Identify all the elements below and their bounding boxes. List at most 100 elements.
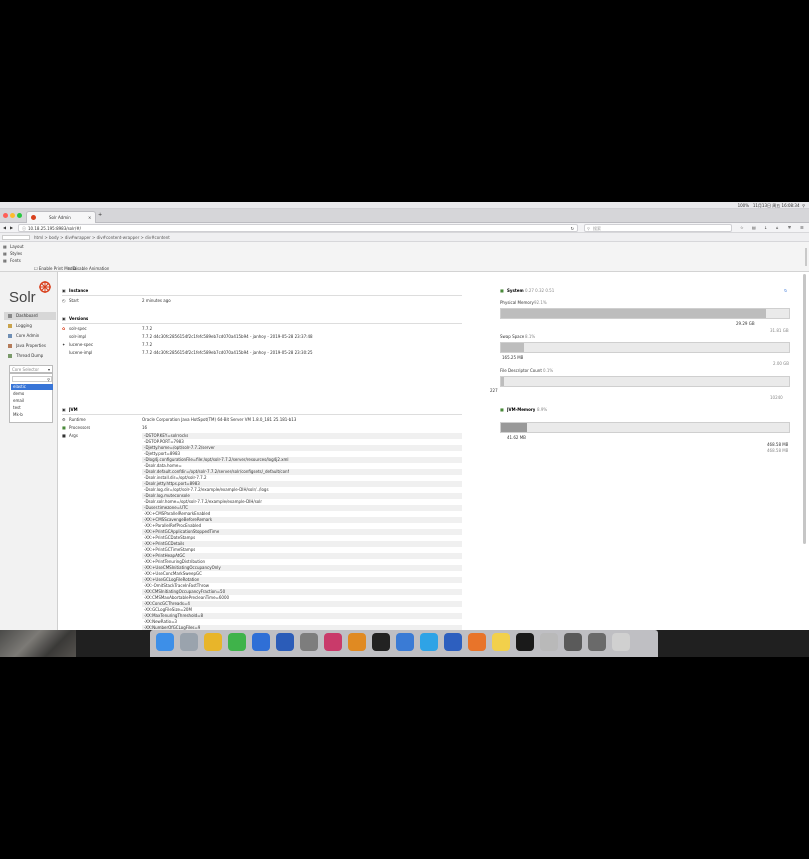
dock-terminal-icon[interactable] [372,633,390,651]
new-tab-icon[interactable]: + [98,212,102,218]
solr-logo[interactable]: Solr [8,280,52,310]
refresh-icon[interactable]: ↻ [784,288,787,293]
physical-memory-pct: 92.1% [534,300,547,305]
core-option-email[interactable]: email [13,398,24,403]
dock-finder-icon[interactable] [156,633,174,651]
jvm-processors-label: Processors [69,425,91,430]
dock-trash-icon[interactable] [612,633,630,651]
core-filter-input[interactable]: ⚲ [12,376,52,382]
jvm-arg-text: -Dsolr.log.muteconsole [144,493,190,498]
nav-core-admin[interactable]: Core Admin [4,332,56,340]
jvm-arg-text: -XX:+ParallelRefProcEnabled [144,523,202,528]
runtime-icon: ⚙ [62,417,66,422]
jvm-memory-max: 468.58 MB [767,442,789,447]
devtools-filter-input[interactable] [2,235,30,240]
dock-youku-icon[interactable] [420,633,438,651]
page-scrollbar[interactable] [803,274,806,544]
nav-dashboard[interactable]: Dashboard [4,312,56,320]
physical-memory-bar [500,308,790,319]
dock-firefox-icon[interactable] [468,633,486,651]
dock-finder-window-icon[interactable] [564,633,582,651]
core-option-test[interactable]: test [13,405,21,410]
jvm-arg-text: -XX:MaxTenuringThreshold=8 [144,613,204,618]
dock-mail-icon[interactable] [252,633,270,651]
menu-icon[interactable]: ☰ [800,225,804,230]
jvm-arg-text: -XX:+PrintGCDateStamps [144,535,196,540]
nav-logging[interactable]: Logging [4,322,56,330]
bookmark-star-icon[interactable]: ☆ [740,225,744,230]
clock[interactable]: 11月13日 周五 16:08:34 [753,203,800,208]
download-icon[interactable]: ↓ [764,225,767,230]
browser-tabbar: Solr Admin × + [0,209,809,223]
browser-navbar: ◀ ▶ ⓘ 10.18.25.195:8983/solr/#/ ↻ ⚲ 搜索 ☆… [0,223,809,233]
clock-icon: ◴ [62,298,66,303]
physical-memory-label: Physical Memory [500,300,534,305]
dock-wechat-icon[interactable] [228,633,246,651]
devtools-item-layout[interactable]: Layout [10,244,24,249]
dock-chrome-icon[interactable] [204,633,222,651]
library-icon[interactable]: ▤ [752,225,756,230]
physical-memory-used: 29.29 GB [736,321,755,326]
close-window-icon[interactable] [3,213,8,218]
dock-word-doc-icon[interactable] [444,633,462,651]
dock-word-icon[interactable] [276,633,294,651]
layout-icon: ▦ [3,244,7,249]
swap-space-used: 165.25 MB [502,355,524,360]
devtools-item-fonts[interactable]: Fonts [10,258,21,263]
battery-status[interactable]: 100% [738,203,749,208]
divider [62,323,462,324]
core-option-elastic[interactable]: elastic [11,384,53,390]
animation-checkbox[interactable]: ☐ Disable Animation [68,266,109,271]
maximize-window-icon[interactable] [17,213,22,218]
solr-favicon-icon [31,215,36,220]
devtools-item-styles[interactable]: Styles [10,251,22,256]
jvm-arg-text: -Duser.timezone=UTC [144,505,189,510]
version-value: 7.7.2 [142,342,153,347]
close-tab-icon[interactable]: × [88,215,91,220]
dock-terminal2-icon[interactable] [516,633,534,651]
minimize-window-icon[interactable] [10,213,15,218]
dock-intellij-idea-icon[interactable] [324,633,342,651]
version-value: 7.7.2 d4c30fc2856154f2c1fefc589eb7cd070a… [142,334,313,339]
swap-space-pct: 8.1% [525,334,536,339]
devtools-scrollbar[interactable] [805,248,807,266]
home-icon[interactable]: ⌂ [776,225,779,230]
jvm-processors-value: 16 [142,425,148,430]
search-icon[interactable]: ⚲ [802,203,805,208]
jvm-arg-text: -XX:-OmitStackTraceInFastThrow [144,583,210,588]
version-value: 7.7.2 d4c30fc2856154f2c1fefc589eb7cd070a… [142,350,313,355]
jvm-arg-text: -DSTOP.KEY=solrrocks [144,433,189,438]
swap-space-fill [501,343,525,352]
jvm-arg-text: -Dlog4j.configurationFile=file:/opt/solr… [144,457,289,462]
nav-thread-dump[interactable]: Thread Dump [4,352,56,360]
nav-java-properties[interactable]: Java Properties [4,342,56,350]
file-descriptor-label: File Descriptor Count [500,368,542,373]
physical-memory-total: 31.81 GB [770,328,789,333]
dock-launchpad-icon[interactable] [180,633,198,651]
browser-search-box[interactable]: ⚲ 搜索 [584,224,732,232]
info-icon[interactable]: ⓘ [22,226,26,231]
solr-logo-icon: Solr [9,281,51,306]
core-selector[interactable]: Core Selector ▾ [9,365,53,373]
dock-sublime-text-icon[interactable] [348,633,366,651]
url-bar[interactable]: ⓘ 10.18.25.195:8983/solr/#/ ↻ [18,224,578,232]
forward-icon[interactable]: ▶ [10,225,13,230]
file-descriptor-bar [500,376,790,387]
devtools-breadcrumb[interactable]: html > body > div#wrapper > div#content-… [34,235,170,240]
dock-notes-icon[interactable] [492,633,510,651]
shield-icon[interactable]: ⛨ [788,225,791,230]
back-icon[interactable]: ◀ [3,225,6,230]
dock-preview-icon[interactable] [540,633,558,651]
core-option-demo[interactable]: demo [13,391,24,396]
swap-space-total: 2.00 GB [773,361,790,366]
svg-text:Solr: Solr [9,289,36,306]
devtools-panel: Layout Styles Fonts ▦ ▦ ▦ ☐ Enable Print… [0,242,809,272]
tab-solr-admin[interactable]: Solr Admin × [26,211,96,223]
dock-system-preferences-icon[interactable] [300,633,318,651]
menubar-status: 100% 11月13日 周五 16:08:34 ⚲ [738,202,805,209]
core-option-mk[interactable]: Mk-b [13,412,23,417]
dock-window2-icon[interactable] [588,633,606,651]
reload-icon[interactable]: ↻ [571,226,574,231]
dock-xcode-icon[interactable] [396,633,414,651]
tab-title: Solr Admin [49,215,71,220]
